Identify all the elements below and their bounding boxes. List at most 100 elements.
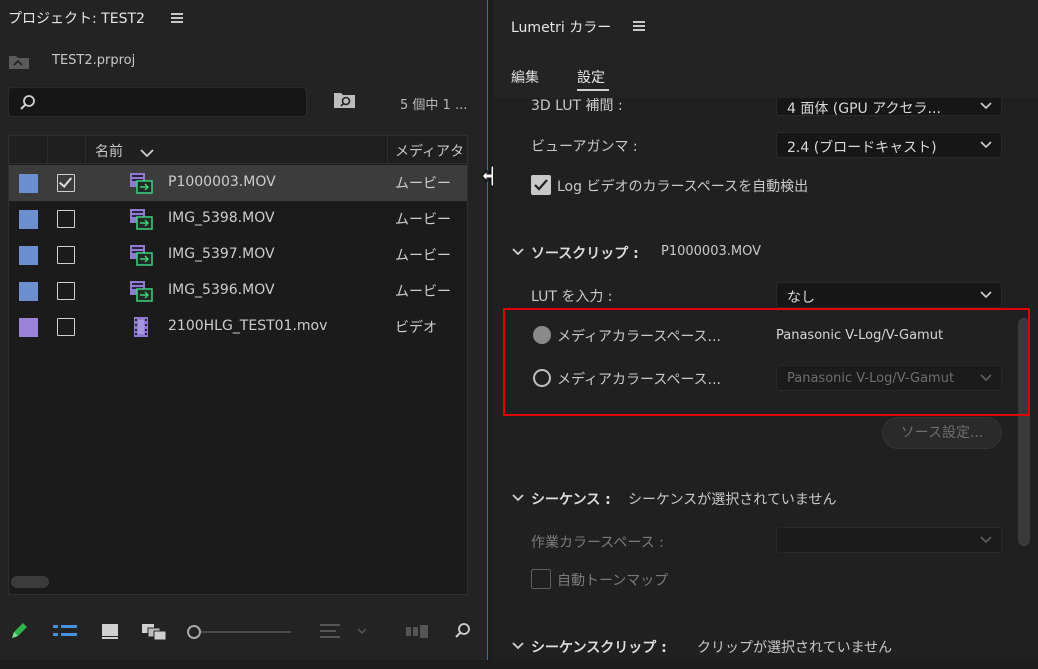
column-header-media-type[interactable]: メディアタ: [395, 141, 464, 161]
row-checkbox[interactable]: [57, 318, 75, 336]
chevron-down-icon[interactable]: [139, 148, 155, 158]
folder-up-icon[interactable]: [8, 54, 30, 70]
table-row[interactable]: IMG_5396.MOV ムービー: [9, 273, 467, 309]
panel-menu-icon[interactable]: [171, 13, 183, 23]
media-colorspace-dropdown[interactable]: Panasonic V-Log/V-Gamut: [776, 365, 1002, 391]
sequence-status: シーケンスが選択されていません: [628, 492, 837, 508]
media-type: ムービー: [395, 284, 451, 300]
settings-content: 3D LUT 補間 : 4 面体 (GPU アクセラ... ビューアガンマ : …: [493, 98, 1038, 660]
chevron-down-icon: [980, 141, 992, 149]
media-colorspace-radio-2[interactable]: [533, 369, 551, 387]
zoom-slider[interactable]: [187, 624, 292, 640]
horizontal-scrollbar[interactable]: [11, 576, 49, 588]
media-colorspace-label-1: メディアカラースペース...: [557, 329, 721, 345]
section-collapse-chevron-icon[interactable]: [511, 493, 525, 503]
section-collapse-chevron-icon[interactable]: [511, 641, 525, 651]
chevron-down-icon: [980, 536, 992, 544]
project-file-name: TEST2.prproj: [52, 53, 136, 68]
label-color-swatch[interactable]: [19, 246, 38, 265]
media-type: ムービー: [395, 212, 451, 228]
video-clip-icon: [134, 317, 148, 337]
video-audio-clip-icon: [130, 245, 153, 266]
sequence-clip-status: クリップが選択されていません: [697, 640, 893, 656]
label-color-swatch[interactable]: [19, 282, 38, 301]
tab-settings[interactable]: 設定: [577, 67, 605, 87]
label-color-swatch[interactable]: [19, 318, 38, 337]
video-audio-clip-icon: [130, 173, 153, 194]
media-colorspace-radio-1[interactable]: [533, 326, 551, 344]
table-row[interactable]: IMG_5397.MOV ムービー: [9, 237, 467, 273]
input-lut-dropdown[interactable]: なし: [776, 282, 1002, 308]
lumetri-panel-title: Lumetri カラー: [511, 20, 612, 36]
sequence-clip-section-title[interactable]: シーケンスクリップ :: [531, 637, 667, 657]
row-checkbox[interactable]: [57, 210, 75, 228]
input-lut-label: LUT を入力 :: [531, 289, 613, 305]
file-name: 2100HLG_TEST01.mov: [168, 318, 328, 334]
zoom-slider-handle[interactable]: [187, 625, 201, 639]
lut-interpolation-value: 4 面体 (GPU アクセラ...: [787, 101, 941, 117]
video-audio-clip-icon: [130, 281, 153, 302]
media-colorspace-label-2: メディアカラースペース...: [557, 372, 721, 388]
source-settings-button[interactable]: ソース設定...: [882, 417, 1002, 449]
auto-tonemap-label: 自動トーンマップ: [557, 573, 669, 589]
file-name: P1000003.MOV: [168, 174, 276, 190]
file-name: IMG_5396.MOV: [168, 282, 275, 298]
source-clip-name: P1000003.MOV: [661, 244, 761, 259]
search-box[interactable]: [8, 87, 307, 117]
item-count: 5 個中 1 ...: [400, 98, 468, 113]
active-tab-indicator: [577, 89, 609, 91]
media-colorspace-value-2: Panasonic V-Log/V-Gamut: [787, 371, 955, 386]
auto-tonemap-checkbox[interactable]: [531, 569, 551, 589]
media-type: ビデオ: [395, 320, 437, 336]
search-input[interactable]: [43, 91, 293, 113]
chevron-down-icon: [980, 374, 992, 382]
freeform-view-icon[interactable]: [140, 620, 168, 642]
row-checkbox[interactable]: [57, 282, 75, 300]
list-header: 名前 メディアタ: [9, 136, 467, 164]
list-view-icon[interactable]: [52, 620, 78, 642]
lumetri-color-panel: Lumetri カラー 編集 設定 3D LUT 補間 : 4 面体 (GPU …: [493, 0, 1038, 660]
media-type: ムービー: [395, 248, 451, 264]
search-icon: [20, 95, 35, 110]
media-type: ムービー: [395, 176, 451, 192]
project-toolbar: [0, 612, 488, 652]
working-colorspace-dropdown[interactable]: [776, 527, 1002, 553]
input-lut-value: なし: [787, 290, 815, 306]
lumetri-panel-menu-icon[interactable]: [633, 21, 645, 31]
chevron-down-icon: [980, 102, 992, 110]
find-icon[interactable]: [453, 620, 473, 642]
video-audio-clip-icon: [130, 209, 153, 230]
project-panel-title: プロジェクト: TEST2: [8, 11, 145, 27]
column-header-name[interactable]: 名前: [95, 141, 123, 161]
chevron-down-icon: [980, 291, 992, 299]
viewer-gamma-dropdown[interactable]: 2.4 (ブロードキャスト): [776, 132, 1002, 158]
viewer-gamma-label: ビューアガンマ :: [531, 139, 638, 155]
file-name: IMG_5397.MOV: [168, 246, 275, 262]
sort-icons-icon[interactable]: [318, 620, 366, 642]
automate-to-sequence-icon[interactable]: [404, 620, 430, 642]
label-color-swatch[interactable]: [19, 210, 38, 229]
section-collapse-chevron-icon[interactable]: [511, 247, 525, 257]
table-row[interactable]: IMG_5398.MOV ムービー: [9, 201, 467, 237]
checkmark-icon: [534, 179, 548, 191]
media-colorspace-value-1: Panasonic V-Log/V-Gamut: [776, 328, 944, 343]
file-name: IMG_5398.MOV: [168, 210, 275, 226]
source-clip-section-title[interactable]: ソースクリップ :: [531, 243, 639, 263]
new-search-bin-icon[interactable]: [333, 90, 357, 110]
tab-edit[interactable]: 編集: [511, 67, 539, 87]
working-colorspace-label: 作業カラースペース :: [531, 535, 664, 551]
row-checkbox[interactable]: [57, 246, 75, 264]
sequence-section-title[interactable]: シーケンス :: [531, 489, 611, 509]
row-checkbox[interactable]: [57, 174, 75, 192]
lut-interpolation-dropdown[interactable]: 4 面体 (GPU アクセラ...: [776, 98, 1002, 117]
log-detect-label: Log ビデオのカラースペースを自動検出: [557, 179, 809, 195]
vertical-scrollbar[interactable]: [1018, 318, 1030, 546]
viewer-gamma-value: 2.4 (ブロードキャスト): [787, 140, 937, 156]
icon-view-icon[interactable]: [100, 620, 120, 642]
table-row[interactable]: 2100HLG_TEST01.mov ビデオ: [9, 309, 467, 345]
label-color-swatch[interactable]: [19, 174, 38, 193]
table-row[interactable]: P1000003.MOV ムービー: [9, 165, 467, 201]
file-list: 名前 メディアタ P1000003.MOV ムービー IMG_5398.MOV ムービ…: [8, 135, 468, 595]
pencil-icon[interactable]: [8, 620, 30, 642]
log-detect-checkbox[interactable]: [531, 175, 551, 195]
